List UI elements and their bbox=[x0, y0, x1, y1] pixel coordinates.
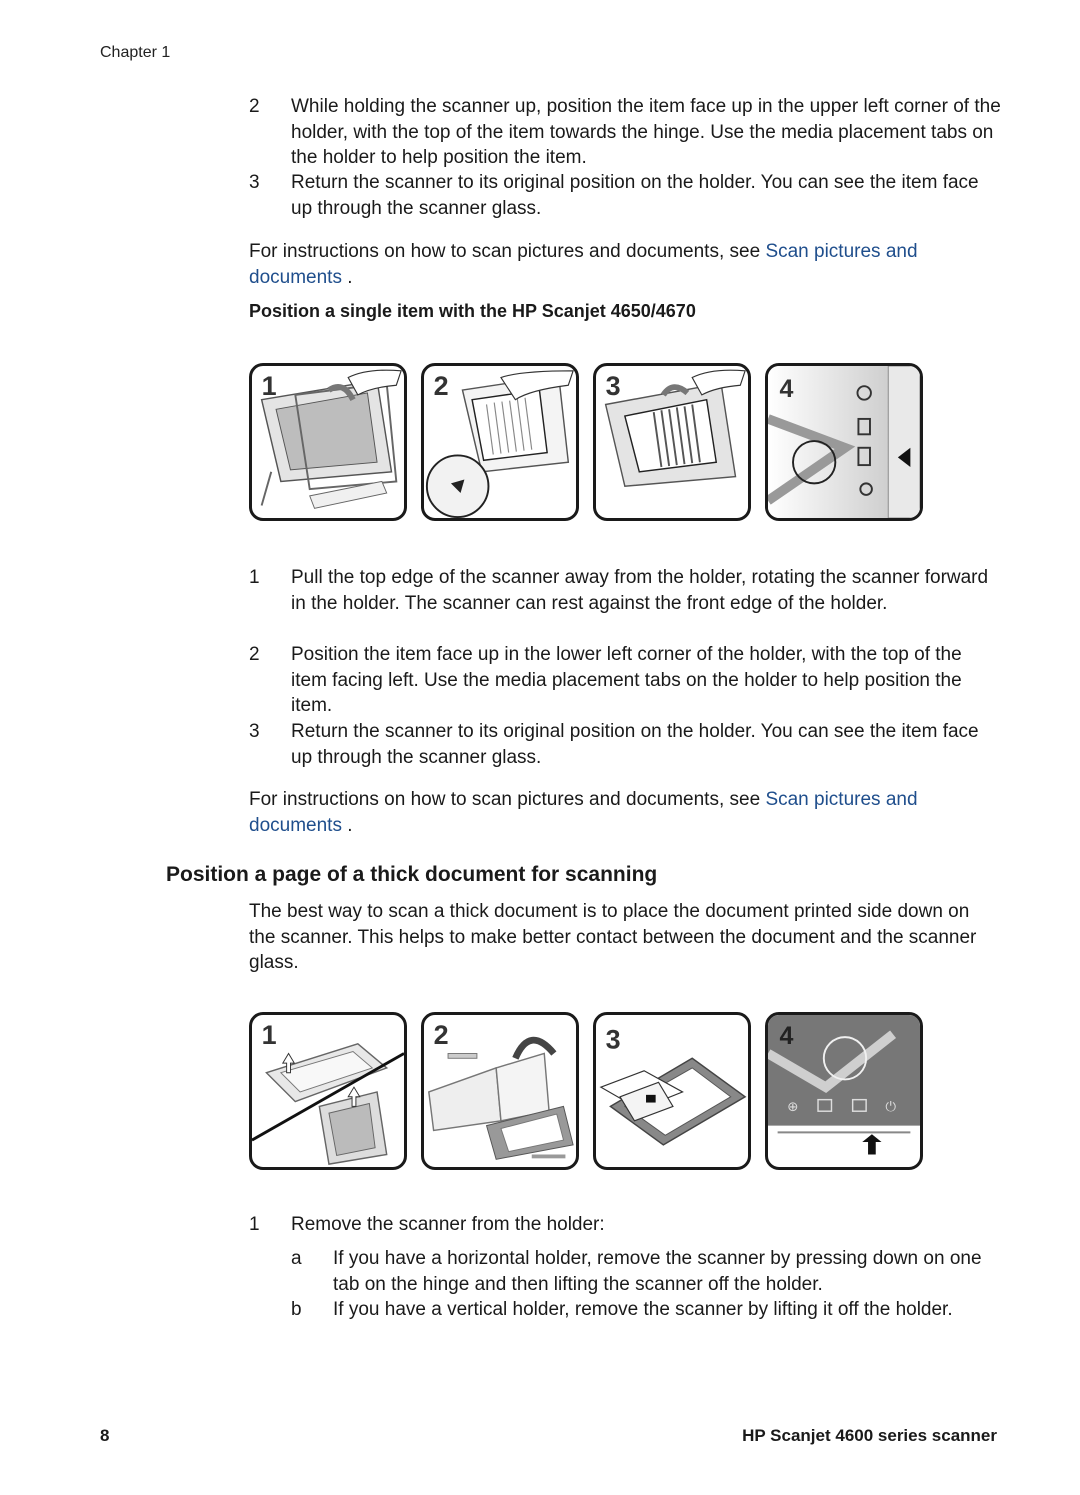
press-scan-button-illustration: ⊕ ⏻ 4 bbox=[768, 1015, 920, 1155]
instructions-paragraph-1: For instructions on how to scan pictures… bbox=[249, 239, 999, 290]
flip-scanner-illustration: 2 bbox=[428, 1020, 574, 1160]
thick-substep-b: b If you have a vertical holder, remove … bbox=[291, 1297, 1011, 1349]
figure1-panel-4: 4 bbox=[765, 363, 923, 521]
instructions-prefix: For instructions on how to scan pictures… bbox=[249, 789, 766, 810]
single-item-step-2: 2 Position the item face up in the lower… bbox=[249, 642, 1009, 719]
substep-letter: a bbox=[291, 1248, 302, 1269]
step-number: 2 bbox=[249, 644, 260, 665]
chapter-label: Chapter 1 bbox=[100, 44, 171, 61]
panel-number: 2 bbox=[434, 371, 449, 401]
step-number: 1 bbox=[249, 1214, 260, 1235]
step-text: Return the scanner to its original posit… bbox=[291, 721, 979, 768]
intro-step-3: 3 Return the scanner to its original pos… bbox=[249, 170, 1009, 222]
thick-step-1: 1 Remove the scanner from the holder: bbox=[249, 1212, 1009, 1238]
figure1-panel-2: 2 bbox=[421, 363, 579, 521]
step-text: Pull the top edge of the scanner away fr… bbox=[291, 567, 989, 614]
figure2-panel-1: 1 bbox=[249, 1012, 407, 1170]
return-scanner-illustration: 3 bbox=[604, 369, 746, 488]
subheading: Position a single item with the HP Scanj… bbox=[249, 301, 696, 321]
panel-number: 4 bbox=[780, 375, 794, 403]
footer-product-name: HP Scanjet 4600 series scanner bbox=[742, 1426, 997, 1445]
instructions-prefix: For instructions on how to scan pictures… bbox=[249, 241, 766, 262]
step-number: 1 bbox=[249, 567, 260, 588]
instructions-suffix: . bbox=[341, 266, 353, 288]
section-intro: The best way to scan a thick document is… bbox=[249, 901, 977, 973]
panel-number: 3 bbox=[606, 1025, 621, 1055]
substep-letter: b bbox=[291, 1299, 302, 1320]
single-item-step-1: 1 Pull the top edge of the scanner away … bbox=[249, 565, 1009, 642]
panel-number: 1 bbox=[262, 371, 277, 401]
page-number: 8 bbox=[100, 1426, 110, 1445]
panel-number: 4 bbox=[780, 1022, 794, 1050]
step-text: Return the scanner to its original posit… bbox=[291, 172, 979, 219]
section-heading: Position a page of a thick document for … bbox=[166, 863, 658, 886]
figure2-panel-3: 3 bbox=[593, 1012, 751, 1170]
remove-scanner-from-holder-illustration: 1 bbox=[252, 1020, 404, 1165]
panel-number: 1 bbox=[262, 1020, 277, 1050]
scanner-buttons-illustration: 4 bbox=[768, 366, 920, 518]
figure2-panel-2: 2 bbox=[421, 1012, 579, 1170]
intro-step-2: 2 While holding the scanner up, position… bbox=[249, 94, 1009, 170]
figure1-panel-1: 1 bbox=[249, 363, 407, 521]
step-text: Position the item face up in the lower l… bbox=[291, 644, 962, 716]
thick-substep-a: a If you have a horizontal holder, remov… bbox=[291, 1246, 1011, 1298]
step-number: 3 bbox=[249, 721, 260, 742]
step-text: Remove the scanner from the holder: bbox=[291, 1214, 605, 1235]
instructions-suffix: . bbox=[341, 814, 353, 836]
svg-text:⏻: ⏻ bbox=[885, 1100, 896, 1115]
place-item-lower-left-illustration: 2 bbox=[425, 370, 574, 518]
step-text: While holding the scanner up, position t… bbox=[291, 96, 1001, 168]
step-number: 2 bbox=[249, 96, 260, 117]
step-number: 3 bbox=[249, 172, 260, 193]
figure1-panel-3: 3 bbox=[593, 363, 751, 521]
panel-number: 2 bbox=[434, 1020, 449, 1050]
panel-number: 3 bbox=[606, 371, 621, 401]
svg-text:⊕: ⊕ bbox=[787, 1100, 798, 1115]
rotate-scanner-forward-illustration: 1 bbox=[260, 369, 402, 509]
substep-text: If you have a horizontal holder, remove … bbox=[333, 1248, 982, 1295]
instructions-paragraph-2: For instructions on how to scan pictures… bbox=[249, 787, 999, 838]
single-item-step-3: 3 Return the scanner to its original pos… bbox=[249, 719, 1009, 771]
substep-text: If you have a vertical holder, remove th… bbox=[333, 1299, 953, 1320]
figure2-panel-4: ⊕ ⏻ 4 bbox=[765, 1012, 923, 1170]
place-document-illustration: 3 bbox=[599, 1025, 747, 1146]
